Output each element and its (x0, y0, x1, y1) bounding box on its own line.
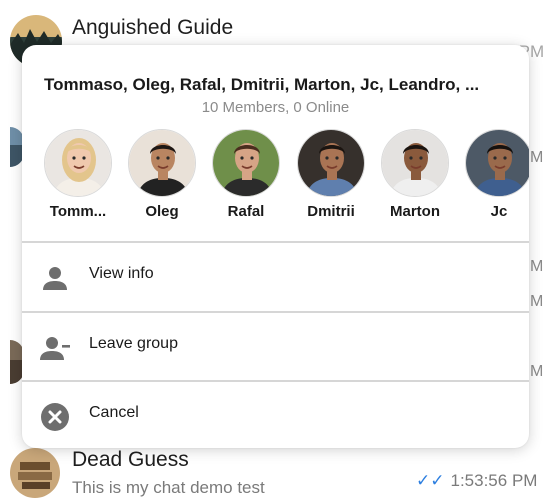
chat-time: M (530, 293, 544, 310)
member-name: Rafal (227, 203, 265, 220)
chat-list-screen: Anguished Guide ✓✓ 9:45:21 PM M M M M De… (0, 0, 549, 501)
member-name: Dmitrii (307, 203, 355, 220)
member-avatar (297, 129, 365, 197)
group-title: Tommaso, Oleg, Rafal, Dmitrii, Marton, J… (44, 75, 480, 94)
cancel-button[interactable]: Cancel (22, 382, 529, 448)
member-name: Jc (490, 203, 508, 220)
chat-time: M (530, 149, 544, 166)
chat-time: ✓✓ 1:53:56 PM (416, 471, 538, 490)
chat-preview: This is my chat demo test (72, 478, 265, 497)
group-actions-sheet: Tommaso, Oleg, Rafal, Dmitrii, Marton, J… (22, 45, 529, 448)
member-item[interactable]: Dmitrii (288, 129, 374, 220)
chat-title: Anguished Guide (72, 16, 234, 39)
member-avatar (212, 129, 280, 197)
cancel-label: Cancel (89, 404, 139, 421)
chat-time: M (530, 363, 544, 380)
member-name: Oleg (145, 203, 179, 220)
member-name: Tomm... (49, 203, 107, 220)
member-item[interactable]: Tomm... (35, 129, 121, 220)
chat-avatar (10, 448, 60, 498)
member-avatar (465, 129, 529, 197)
member-avatar (128, 129, 196, 197)
leave-group-button[interactable]: Leave group (22, 313, 529, 381)
read-check-icon: ✓✓ (416, 471, 445, 490)
member-item[interactable]: Marton (372, 129, 458, 220)
member-avatar (381, 129, 449, 197)
view-info-button[interactable]: View info (22, 243, 529, 311)
chat-title: Dead Guess (72, 448, 189, 471)
member-avatar (44, 129, 112, 197)
cancel-circle-icon (41, 403, 69, 431)
person-remove-icon (40, 337, 70, 360)
member-item[interactable]: Oleg (119, 129, 205, 220)
chat-time: M (530, 258, 544, 275)
member-item[interactable]: Jc (456, 129, 529, 220)
group-member-count: 10 Members, 0 Online (201, 99, 350, 116)
leave-group-label: Leave group (89, 335, 178, 352)
member-item[interactable]: Rafal (203, 129, 289, 220)
view-info-label: View info (89, 265, 154, 282)
member-name: Marton (390, 203, 440, 220)
person-icon (43, 267, 67, 290)
chat-list-item[interactable]: Dead Guess This is my chat demo test ✓✓ 1… (0, 440, 549, 501)
